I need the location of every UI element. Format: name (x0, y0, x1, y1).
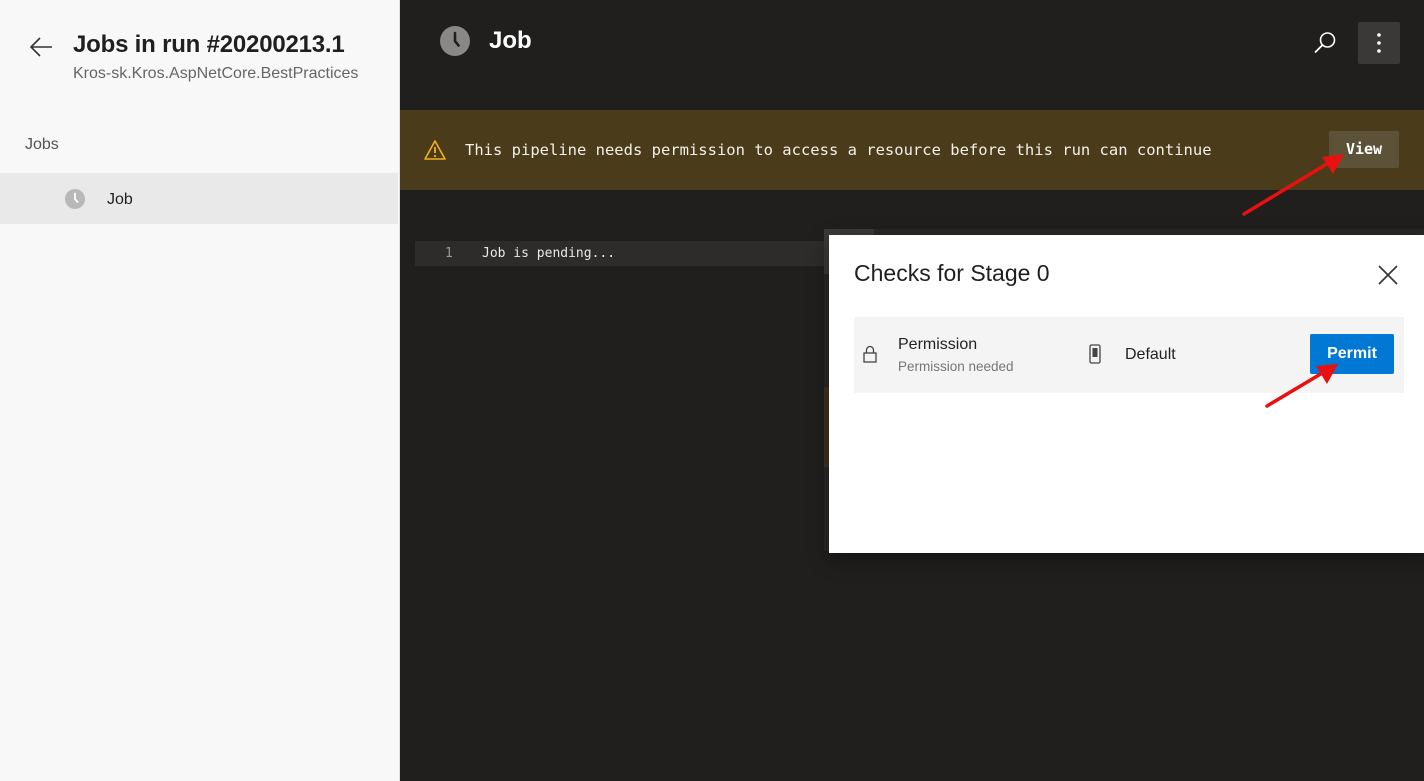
log-line: 1 Job is pending... (415, 241, 830, 266)
log-line-number: 1 (445, 246, 453, 261)
pipeline-name: Kros-sk.Kros.AspNetCore.BestPractices (73, 65, 359, 82)
environment-icon (1089, 344, 1101, 364)
banner-message: This pipeline needs permission to access… (465, 141, 1212, 159)
jobs-section-label: Jobs (25, 136, 59, 153)
sidebar-item-label: Job (107, 191, 133, 208)
search-icon[interactable] (1310, 28, 1340, 58)
dialog-title: Checks for Stage 0 (854, 260, 1050, 286)
warning-icon (424, 140, 446, 160)
check-status: Permission needed (898, 359, 1014, 374)
view-button[interactable]: View (1329, 131, 1399, 168)
run-title: Jobs in run #20200213.1 (73, 31, 345, 58)
check-resource: Default (1125, 346, 1176, 363)
page-title: Job (489, 27, 532, 54)
checks-dialog: Checks for Stage 0 Permission Permission… (829, 235, 1424, 553)
more-options-button[interactable] (1358, 22, 1400, 64)
log-line-text: Job is pending... (482, 246, 616, 261)
close-icon[interactable] (1376, 263, 1400, 287)
back-arrow-icon[interactable] (28, 34, 54, 60)
permission-banner: This pipeline needs permission to access… (400, 110, 1424, 190)
check-name: Permission (898, 336, 978, 353)
check-row: Permission Permission needed Default Per… (854, 317, 1404, 393)
permit-button[interactable]: Permit (1310, 334, 1394, 374)
more-vertical-icon (1377, 33, 1381, 53)
clock-icon (440, 26, 470, 56)
sidebar-item-job[interactable]: Job (0, 173, 398, 224)
jobs-sidebar: Jobs in run #20200213.1 Kros-sk.Kros.Asp… (0, 0, 400, 781)
clock-icon (65, 189, 85, 209)
lock-icon (863, 345, 877, 363)
